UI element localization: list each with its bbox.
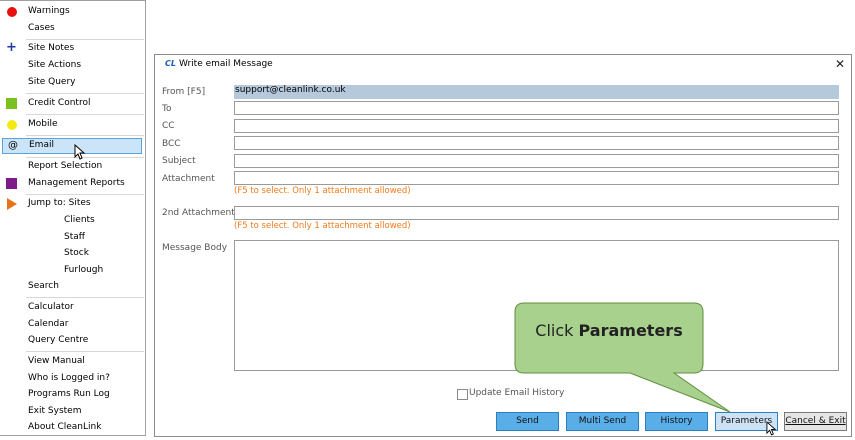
menu-item-label: Site Query: [28, 77, 76, 87]
menu-item-programs-run-log[interactable]: Programs Run Log: [0, 387, 144, 403]
menu-item-label: Stock: [64, 248, 89, 258]
callout-text: Click Parameters: [515, 321, 703, 340]
menu-item-label: Management Reports: [28, 178, 125, 188]
menu-item-label: View Manual: [28, 356, 85, 366]
dialog-title-text: Write email Message: [178, 59, 273, 69]
close-icon[interactable]: ✕: [835, 57, 845, 71]
dialog-title: CL Write email Message: [165, 59, 273, 69]
second-attachment-label: 2nd Attachment: [162, 208, 235, 218]
menu-separator: [26, 351, 144, 352]
menu-item-credit-control[interactable]: Credit Control: [0, 96, 144, 112]
menu-item-stock[interactable]: Stock: [0, 246, 144, 262]
menu-separator: [26, 114, 144, 115]
menu-item-label: Email: [29, 140, 54, 150]
menu-item-label: Site Actions: [28, 60, 82, 70]
multi-send-button[interactable]: Multi Send: [566, 412, 639, 431]
from-value: support@cleanlink.co.uk: [235, 85, 346, 95]
purple-square-icon: [6, 178, 17, 189]
mouse-pointer-icon: [74, 144, 86, 160]
menu-item-query-centre[interactable]: Query Centre: [0, 333, 144, 349]
menu-item-about-cleanlink[interactable]: About CleanLink: [0, 420, 144, 436]
menu-item-management-reports[interactable]: Management Reports: [0, 176, 144, 192]
second-attachment-field[interactable]: [234, 206, 839, 220]
menu-item-label: Programs Run Log: [28, 389, 110, 399]
attachment-label: Attachment: [162, 174, 215, 184]
menu-separator: [26, 135, 144, 136]
subject-label: Subject: [162, 156, 196, 166]
menu-item-warnings[interactable]: Warnings: [0, 4, 144, 20]
message-body-label: Message Body: [162, 243, 228, 253]
from-label: From [F5]: [162, 87, 206, 97]
attachment-hint: (F5 to select. Only 1 attachment allowed…: [234, 186, 411, 196]
red-circle-icon: [7, 7, 17, 17]
menu-item-who-is-logged-in[interactable]: Who is Logged in?: [0, 371, 144, 387]
menu-item-staff[interactable]: Staff: [0, 230, 144, 246]
menu-item-label: Search: [28, 281, 59, 291]
menu-item-label: Site Notes: [28, 43, 75, 53]
update-history-checkbox[interactable]: [457, 389, 468, 400]
write-email-dialog: CL Write email Message ✕ From [F5] suppor…: [154, 54, 852, 437]
menu-item-label: Who is Logged in?: [28, 373, 110, 383]
cc-label: CC: [162, 121, 175, 131]
menu-item-label: Calculator: [28, 302, 74, 312]
menu-separator: [26, 39, 144, 40]
from-field[interactable]: support@cleanlink.co.uk: [234, 85, 839, 99]
menu-item-jump-to-sites[interactable]: Jump to: Sites: [0, 196, 144, 212]
menu-item-mobile[interactable]: Mobile: [0, 117, 144, 133]
menu-item-label: Cases: [28, 23, 55, 33]
menu-separator: [26, 297, 144, 298]
bcc-label: BCC: [162, 139, 181, 149]
menu-item-label: Calendar: [28, 319, 69, 329]
bcc-field[interactable]: [234, 136, 839, 150]
menu-item-label: Jump to: Sites: [28, 198, 91, 208]
menu-item-label: Query Centre: [28, 335, 89, 345]
menu-item-label: Report Selection: [28, 161, 103, 171]
menu-item-site-query[interactable]: Site Query: [0, 75, 144, 91]
menu-item-label: Warnings: [28, 6, 70, 16]
menu-item-exit-system[interactable]: Exit System: [0, 404, 144, 420]
cancel-exit-button[interactable]: Cancel & Exit: [784, 412, 847, 431]
green-square-icon: [6, 98, 17, 109]
menu-item-site-notes[interactable]: + Site Notes: [0, 40, 144, 57]
menu-item-search[interactable]: Search: [0, 279, 144, 295]
second-attachment-hint: (F5 to select. Only 1 attachment allowed…: [234, 221, 411, 231]
menu-separator: [26, 194, 144, 195]
menu-item-label: Exit System: [28, 406, 82, 416]
menu-item-label: Clients: [64, 215, 95, 225]
message-body-field[interactable]: [234, 240, 839, 371]
menu-item-label: Credit Control: [28, 98, 91, 108]
callout-emphasis: Parameters: [578, 321, 683, 340]
callout-prefix: Click: [535, 321, 579, 340]
menu-item-site-actions[interactable]: Site Actions: [0, 58, 144, 74]
history-button[interactable]: History: [645, 412, 708, 431]
plus-icon: +: [6, 40, 17, 55]
menu-item-view-manual[interactable]: View Manual: [0, 354, 144, 370]
menu-item-cases[interactable]: Cases: [0, 21, 144, 37]
update-history-label: Update Email History: [469, 388, 565, 398]
cleanlink-logo-icon: CL: [165, 59, 176, 68]
menu-item-calculator[interactable]: Calculator: [0, 300, 144, 316]
menu-item-label: Furlough: [64, 265, 104, 275]
menu-item-clients[interactable]: Clients: [0, 213, 144, 229]
to-field[interactable]: [234, 101, 839, 115]
yellow-circle-icon: [7, 120, 17, 130]
menu-item-calendar[interactable]: Calendar: [0, 317, 144, 333]
at-icon: @: [8, 140, 18, 151]
menu-item-label: Staff: [64, 232, 85, 242]
mouse-pointer-icon: [766, 421, 777, 436]
attachment-field[interactable]: [234, 171, 839, 185]
send-button[interactable]: Send: [496, 412, 559, 431]
subject-field[interactable]: [234, 154, 839, 168]
menu-item-label: Mobile: [28, 119, 58, 129]
to-label: To: [162, 104, 172, 114]
side-menu: Warnings Cases + Site Notes Site Actions…: [0, 0, 146, 436]
menu-item-email[interactable]: @ Email: [2, 138, 142, 154]
menu-item-furlough[interactable]: Furlough: [0, 263, 144, 279]
cc-field[interactable]: [234, 119, 839, 133]
menu-item-label: About CleanLink: [28, 422, 102, 432]
orange-play-icon: [7, 198, 17, 210]
menu-separator: [26, 93, 144, 94]
menu-item-report-selection[interactable]: Report Selection: [0, 159, 144, 175]
